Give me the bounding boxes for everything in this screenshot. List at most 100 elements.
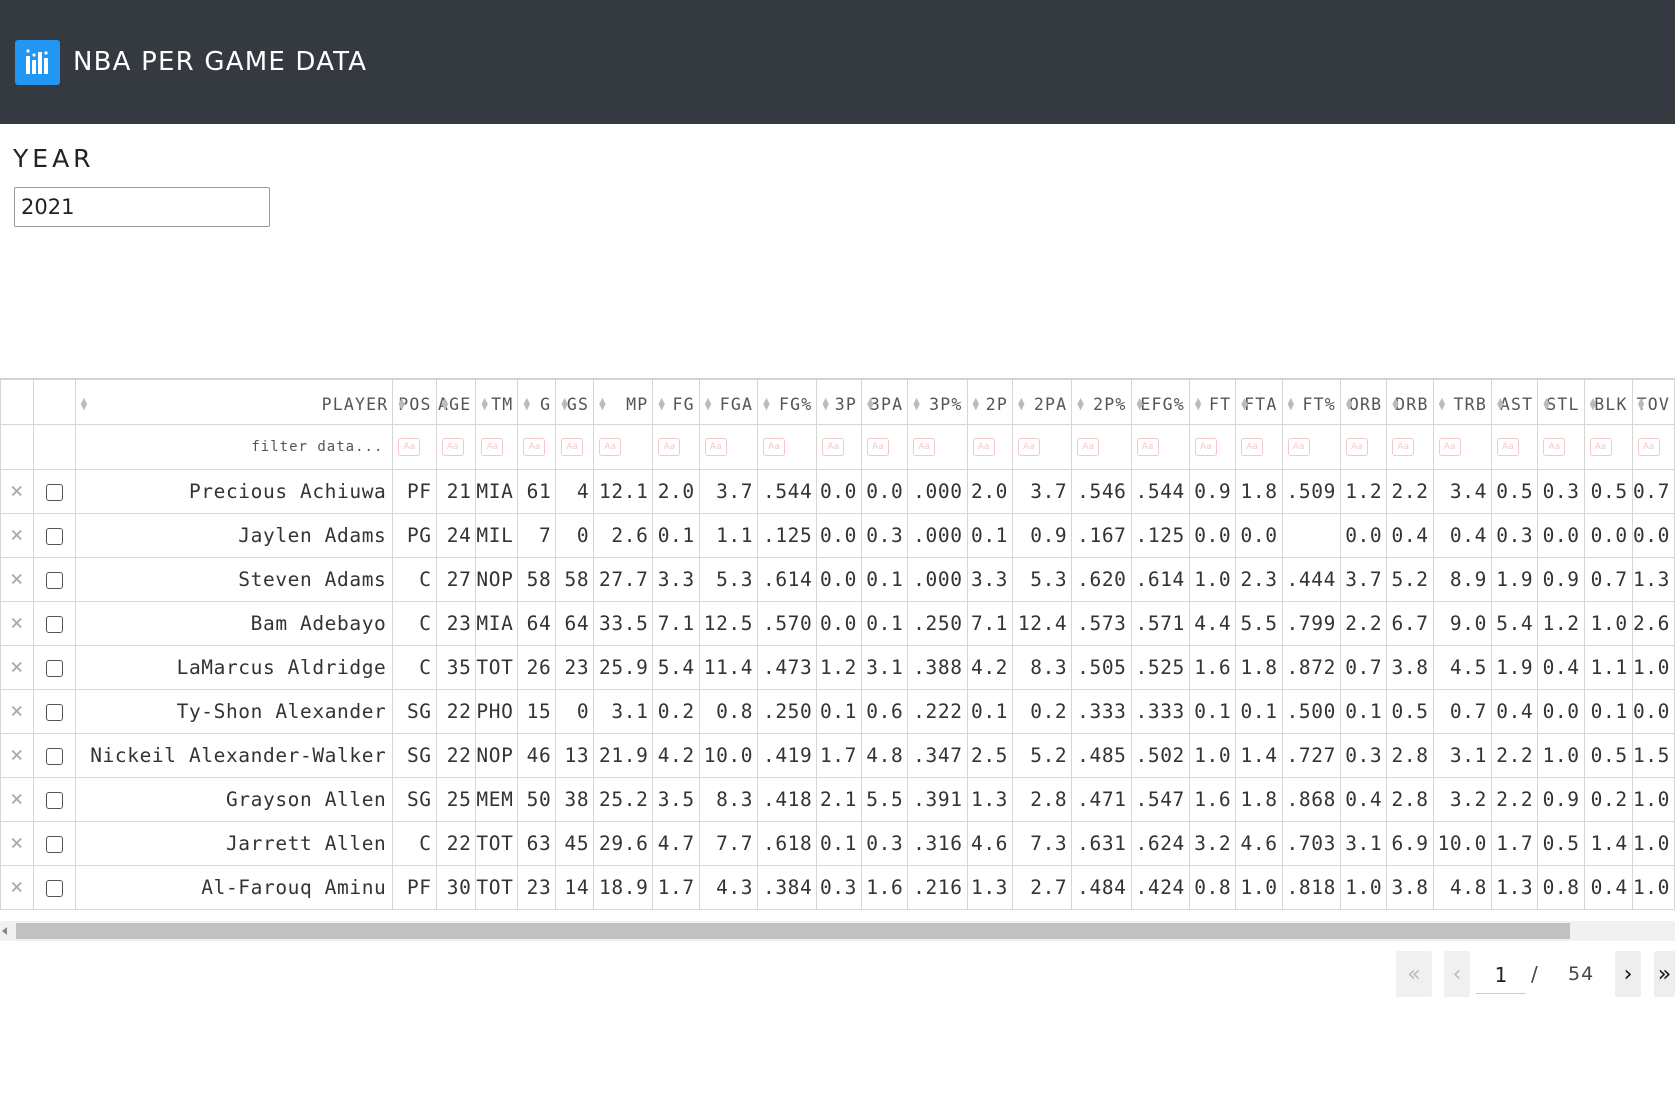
column-header-stl[interactable]: ▲ ▼ STL (1537, 379, 1585, 425)
filter-cell-2pa[interactable]: Aa (1012, 424, 1073, 470)
filter-cell-fta[interactable]: Aa (1235, 424, 1283, 470)
filter-cell-3p[interactable]: Aa (816, 424, 862, 470)
case-sensitive-icon[interactable]: Aa (1637, 438, 1660, 456)
case-sensitive-icon[interactable]: Aa (1392, 438, 1415, 456)
filter-cell-pos[interactable]: Aa (392, 424, 437, 470)
delete-row-icon[interactable]: × (0, 733, 35, 778)
row-select-checkbox[interactable] (45, 792, 63, 809)
column-header-age[interactable]: ▲ ▼ AGE (435, 379, 477, 425)
case-sensitive-icon[interactable]: Aa (658, 438, 681, 456)
case-sensitive-icon[interactable]: Aa (913, 438, 936, 456)
filter-cell-ast[interactable]: Aa (1490, 424, 1539, 470)
filter-cell-player[interactable]: filter data... (74, 424, 394, 470)
case-sensitive-icon[interactable]: Aa (481, 438, 504, 456)
filter-cell-drb[interactable]: Aa (1386, 424, 1434, 470)
filter-cell-trb[interactable]: Aa (1432, 424, 1492, 470)
column-header-orb[interactable]: ▲ ▼ ORB (1339, 379, 1388, 425)
filter-cell-stl[interactable]: Aa (1537, 424, 1585, 470)
column-header-fgp[interactable]: ▲ ▼ FG% (757, 379, 818, 425)
column-header-fga[interactable]: ▲ ▼ FGA (698, 379, 759, 425)
filter-cell-3pp[interactable]: Aa (907, 424, 968, 470)
column-header-ftp[interactable]: ▲ ▼ FT% (1281, 379, 1341, 425)
column-header-trb[interactable]: ▲ ▼ TRB (1432, 379, 1492, 425)
delete-row-icon[interactable]: × (0, 777, 35, 822)
column-header-pos[interactable]: ▲ ▼ POS (392, 379, 437, 425)
filter-cell-2p[interactable]: Aa (966, 424, 1014, 470)
row-select-checkbox[interactable] (45, 660, 63, 677)
scroll-left-icon[interactable] (2, 927, 7, 935)
filter-cell-mp[interactable]: Aa (593, 424, 654, 470)
delete-row-icon[interactable]: × (0, 865, 35, 910)
column-header-gs[interactable]: ▲ ▼ GS (555, 379, 595, 425)
column-header-3pa[interactable]: ▲ ▼ 3PA (860, 379, 909, 425)
delete-row-icon[interactable]: × (0, 689, 35, 734)
case-sensitive-icon[interactable]: Aa (1077, 438, 1100, 456)
case-sensitive-icon[interactable]: Aa (763, 438, 786, 456)
scrollbar-thumb[interactable] (16, 923, 1570, 939)
case-sensitive-icon[interactable]: Aa (866, 438, 889, 456)
filter-cell-age[interactable]: Aa (435, 424, 477, 470)
last-page-button[interactable]: » (1654, 951, 1675, 997)
filter-cell-2pp[interactable]: Aa (1071, 424, 1132, 470)
case-sensitive-icon[interactable]: Aa (822, 438, 845, 456)
delete-row-icon[interactable]: × (0, 557, 35, 602)
case-sensitive-icon[interactable]: Aa (441, 438, 464, 456)
horizontal-scrollbar[interactable] (0, 921, 1675, 941)
column-header-2p[interactable]: ▲ ▼ 2P (966, 379, 1014, 425)
delete-row-icon[interactable]: × (0, 645, 35, 690)
column-header-ast[interactable]: ▲ ▼ AST (1490, 379, 1539, 425)
column-header-mp[interactable]: ▲ ▼ MP (593, 379, 654, 425)
column-header-efg[interactable]: ▲ ▼ EFG% (1130, 379, 1190, 425)
filter-cell-tm[interactable]: Aa (475, 424, 519, 470)
case-sensitive-icon[interactable]: Aa (1241, 438, 1264, 456)
column-header-ft[interactable]: ▲ ▼ FT (1188, 379, 1237, 425)
filter-cell-fgp[interactable]: Aa (757, 424, 818, 470)
case-sensitive-icon[interactable]: Aa (1496, 438, 1519, 456)
column-header-fg[interactable]: ▲ ▼ FG (652, 379, 700, 425)
case-sensitive-icon[interactable]: Aa (1287, 438, 1310, 456)
column-header-3pp[interactable]: ▲ ▼ 3P% (907, 379, 968, 425)
case-sensitive-icon[interactable]: Aa (704, 438, 727, 456)
filter-cell-blk[interactable]: Aa (1583, 424, 1633, 470)
case-sensitive-icon[interactable]: Aa (972, 438, 995, 456)
row-select-checkbox[interactable] (45, 616, 63, 633)
case-sensitive-icon[interactable]: Aa (523, 438, 546, 456)
filter-cell-tov[interactable]: Aa (1631, 424, 1675, 470)
year-input[interactable] (14, 187, 270, 227)
case-sensitive-icon[interactable]: Aa (1194, 438, 1217, 456)
filter-cell-fg[interactable]: Aa (652, 424, 700, 470)
case-sensitive-icon[interactable]: Aa (1438, 438, 1461, 456)
delete-row-icon[interactable]: × (0, 601, 35, 646)
case-sensitive-icon[interactable]: Aa (1543, 438, 1566, 456)
filter-cell-gs[interactable]: Aa (555, 424, 595, 470)
filter-cell-efg[interactable]: Aa (1130, 424, 1190, 470)
filter-cell-fga[interactable]: Aa (698, 424, 759, 470)
case-sensitive-icon[interactable]: Aa (599, 438, 622, 456)
row-select-checkbox[interactable] (45, 704, 63, 721)
column-header-2pp[interactable]: ▲ ▼ 2P% (1071, 379, 1132, 425)
delete-row-icon[interactable]: × (0, 469, 35, 514)
row-select-checkbox[interactable] (45, 836, 63, 853)
next-page-button[interactable]: › (1615, 951, 1641, 997)
column-header-3p[interactable]: ▲ ▼ 3P (816, 379, 862, 425)
filter-cell-g[interactable]: Aa (517, 424, 557, 470)
row-select-checkbox[interactable] (45, 572, 63, 589)
delete-row-icon[interactable]: × (0, 821, 35, 866)
case-sensitive-icon[interactable]: Aa (1345, 438, 1368, 456)
row-select-checkbox[interactable] (45, 528, 63, 545)
column-header-g[interactable]: ▲ ▼ G (517, 379, 557, 425)
column-header-player[interactable]: ▲ ▼ PLAYER (74, 379, 394, 425)
row-select-checkbox[interactable] (45, 484, 63, 501)
filter-cell-ftp[interactable]: Aa (1281, 424, 1341, 470)
case-sensitive-icon[interactable]: Aa (561, 438, 584, 456)
case-sensitive-icon[interactable]: Aa (1136, 438, 1159, 456)
current-page-input[interactable] (1476, 957, 1526, 994)
filter-cell-orb[interactable]: Aa (1339, 424, 1388, 470)
column-header-2pa[interactable]: ▲ ▼ 2PA (1012, 379, 1073, 425)
column-header-blk[interactable]: ▲ ▼ BLK (1583, 379, 1633, 425)
row-select-checkbox[interactable] (45, 880, 63, 897)
filter-cell-ft[interactable]: Aa (1188, 424, 1237, 470)
case-sensitive-icon[interactable]: Aa (1589, 438, 1612, 456)
column-header-tm[interactable]: ▲ ▼ TM (475, 379, 519, 425)
first-page-button[interactable]: « (1396, 951, 1432, 997)
